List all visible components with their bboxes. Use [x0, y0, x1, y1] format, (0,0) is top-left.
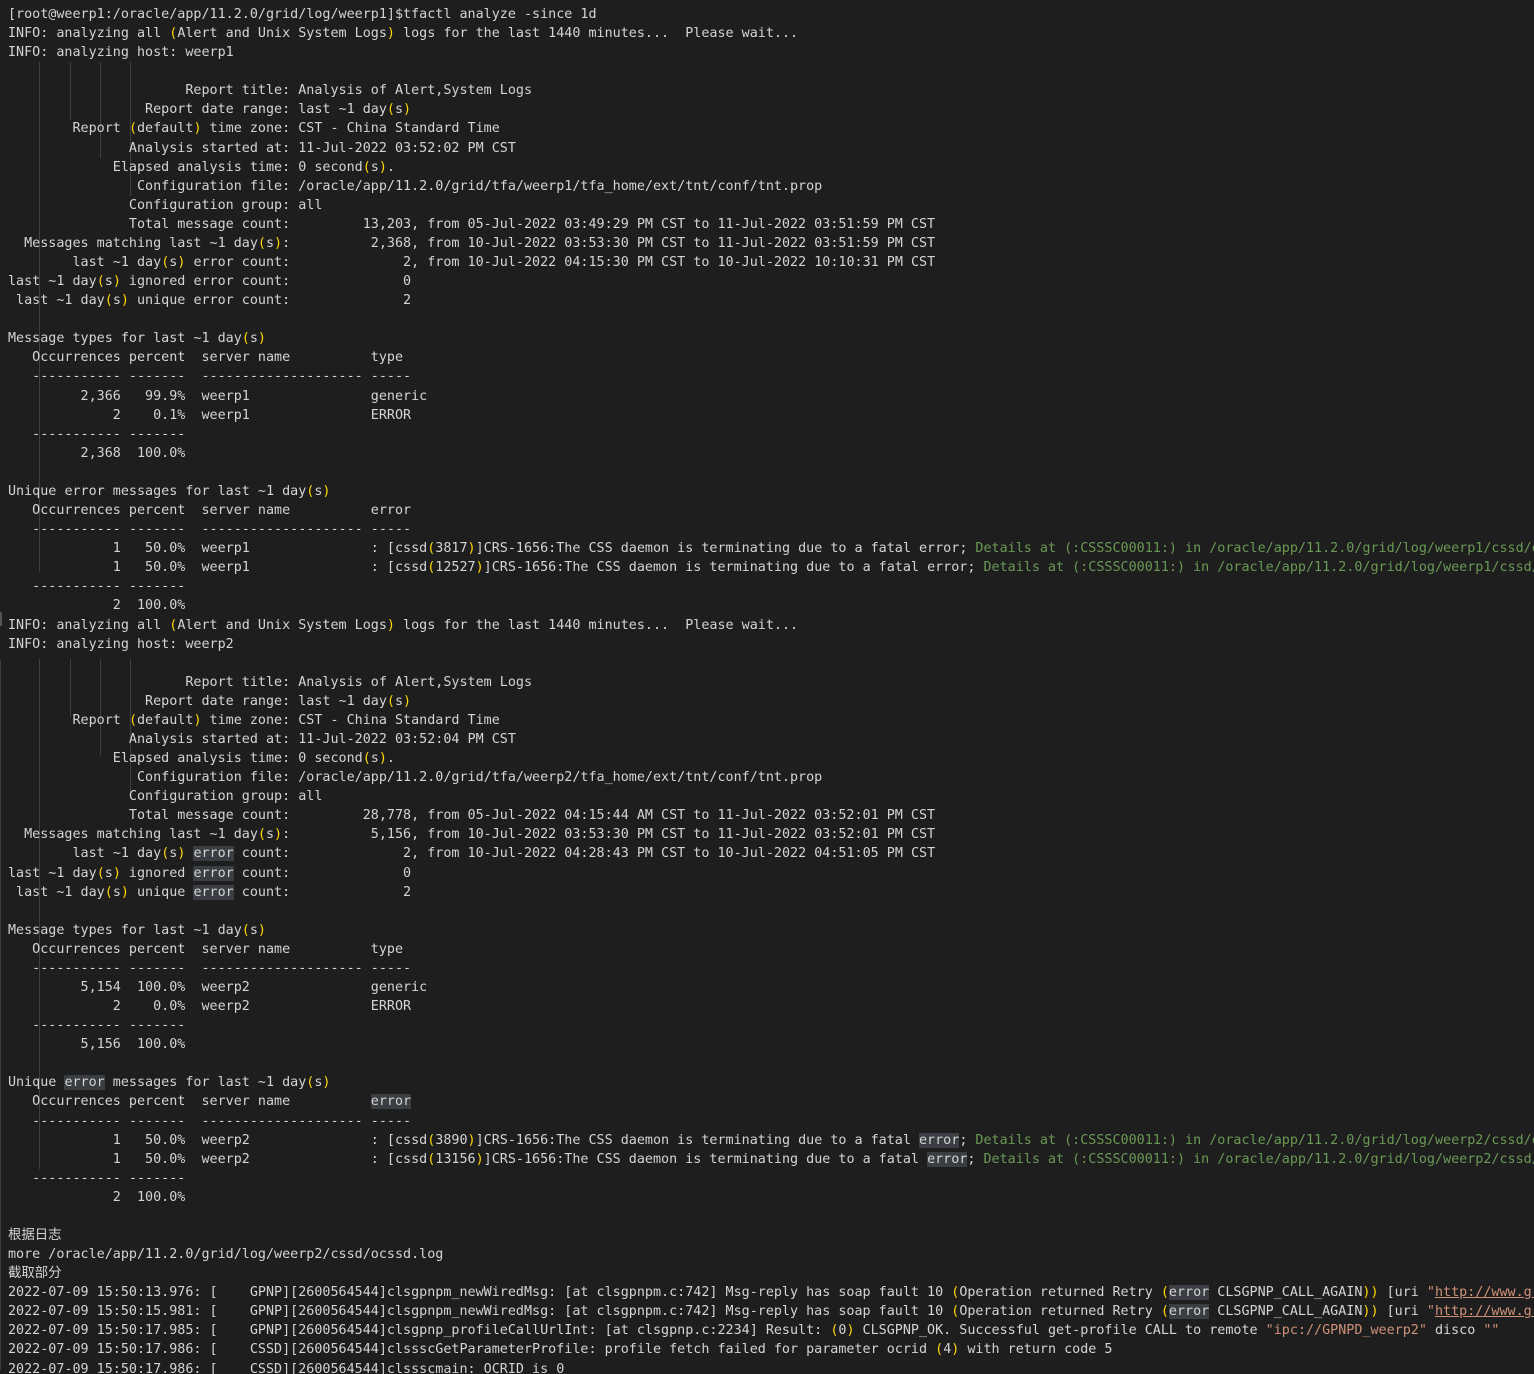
terminal-line: INFO: analyzing host: weerp2: [8, 636, 234, 652]
terminal-line: Occurrences percent server name error: [8, 1094, 412, 1110]
terminal-line: 2 100.0%: [8, 598, 186, 614]
terminal-line: Occurrences percent server name type: [8, 941, 404, 957]
gutter-mark: [0, 660, 1, 1370]
terminal-window[interactable]: [root@weerp1:/oracle/app/11.2.0/grid/log…: [0, 0, 1534, 1374]
terminal-line: more /oracle/app/11.2.0/grid/log/weerp2/…: [8, 1247, 444, 1263]
terminal-line: Analysis started at: 11-Jul-2022 03:52:0…: [8, 140, 516, 156]
terminal-line: 2,368 100.0%: [8, 445, 186, 461]
terminal-line: 2022-07-09 15:50:13.976: [ GPNP][2600564…: [8, 1285, 1534, 1301]
terminal-line: Message types for last ~1 day(s): [8, 922, 266, 938]
terminal-line: last ~1 day(s) ignored error count: 0: [8, 274, 412, 290]
terminal-line: Message types for last ~1 day(s): [8, 331, 266, 347]
terminal-line: 1 50.0% weerp2 : [cssd(3890)]CRS-1656:Th…: [8, 1132, 1534, 1148]
terminal-line: 2 0.1% weerp1 ERROR: [8, 407, 412, 423]
terminal-line: 2 0.0% weerp2 ERROR: [8, 999, 412, 1015]
terminal-line: 1 50.0% weerp2 : [cssd(13156)]CRS-1656:T…: [8, 1151, 1534, 1167]
terminal-line: 5,156 100.0%: [8, 1037, 186, 1053]
terminal-line: INFO: analyzing all (Alert and Unix Syst…: [8, 26, 799, 42]
terminal-line: Report title: Analysis of Alert,System L…: [8, 674, 533, 690]
terminal-line: ----------- -------: [8, 426, 186, 442]
terminal-line: Messages matching last ~1 day(s): 5,156,…: [8, 827, 936, 843]
terminal-line: Configuration file: /oracle/app/11.2.0/g…: [8, 770, 823, 786]
terminal-line: Total message count: 13,203, from 05-Jul…: [8, 216, 936, 232]
terminal-line: Unique error messages for last ~1 day(s): [8, 1075, 331, 1091]
terminal-line: Report date range: last ~1 day(s): [8, 102, 412, 118]
terminal-line: Messages matching last ~1 day(s): 2,368,…: [8, 235, 936, 251]
terminal-line: 2022-07-09 15:50:17.986: [ CSSD][2600564…: [8, 1342, 1113, 1358]
terminal-line: Report title: Analysis of Alert,System L…: [8, 83, 533, 99]
terminal-line: 1 50.0% weerp1 : [cssd(3817)]CRS-1656:Th…: [8, 541, 1534, 557]
terminal-line: 2022-07-09 15:50:17.985: [ GPNP][2600564…: [8, 1323, 1500, 1339]
terminal-line: 5,154 100.0% weerp2 generic: [8, 979, 428, 995]
terminal-line: 截取部分: [8, 1266, 62, 1282]
terminal-output: [root@weerp1:/oracle/app/11.2.0/grid/log…: [8, 5, 1534, 1374]
gutter-mark: [0, 612, 2, 626]
terminal-line: ----------- ------- --------------------…: [8, 369, 412, 385]
terminal-line: [root@weerp1:/oracle/app/11.2.0/grid/log…: [8, 7, 597, 22]
terminal-line: 2022-07-09 15:50:17.986: [ CSSD][2600564…: [8, 1361, 565, 1374]
terminal-line: INFO: analyzing host: weerp1: [8, 45, 234, 61]
terminal-line: last ~1 day(s) error count: 2, from 10-J…: [8, 846, 936, 862]
terminal-line: ----------- ------- --------------------…: [8, 522, 412, 538]
terminal-line: Occurrences percent server name type: [8, 350, 404, 366]
terminal-line: Elapsed analysis time: 0 second(s).: [8, 751, 395, 767]
terminal-line: last ~1 day(s) ignored error count: 0: [8, 865, 412, 881]
terminal-line: ----------- -------: [8, 1170, 186, 1186]
terminal-line: Total message count: 28,778, from 05-Jul…: [8, 808, 936, 824]
terminal-line: 2022-07-09 15:50:15.981: [ GPNP][2600564…: [8, 1304, 1534, 1320]
terminal-line: Configuration group: all: [8, 197, 323, 213]
terminal-line: Report (default) time zone: CST - China …: [8, 712, 500, 728]
terminal-line: ----------- ------- --------------------…: [8, 1113, 412, 1129]
terminal-line: last ~1 day(s) unique error count: 2: [8, 293, 412, 309]
terminal-line: ----------- -------: [8, 1018, 186, 1034]
terminal-line: ----------- ------- --------------------…: [8, 960, 412, 976]
terminal-line: INFO: analyzing all (Alert and Unix Syst…: [8, 617, 799, 633]
terminal-line: Configuration file: /oracle/app/11.2.0/g…: [8, 178, 823, 194]
terminal-line: Analysis started at: 11-Jul-2022 03:52:0…: [8, 731, 516, 747]
terminal-line: Report date range: last ~1 day(s): [8, 693, 412, 709]
terminal-line: Unique error messages for last ~1 day(s): [8, 483, 331, 499]
terminal-line: Configuration group: all: [8, 789, 323, 805]
terminal-line: 根据日志: [8, 1228, 62, 1243]
terminal-line: ----------- -------: [8, 579, 186, 595]
terminal-line: last ~1 day(s) error count: 2, from 10-J…: [8, 255, 936, 271]
terminal-line: 1 50.0% weerp1 : [cssd(12527)]CRS-1656:T…: [8, 560, 1534, 576]
terminal-line: Elapsed analysis time: 0 second(s).: [8, 159, 395, 175]
terminal-line: last ~1 day(s) unique error count: 2: [8, 884, 412, 900]
terminal-line: 2 100.0%: [8, 1189, 186, 1205]
terminal-line: Occurrences percent server name error: [8, 503, 412, 519]
terminal-line: 2,366 99.9% weerp1 generic: [8, 388, 428, 404]
terminal-line: Report (default) time zone: CST - China …: [8, 121, 500, 137]
